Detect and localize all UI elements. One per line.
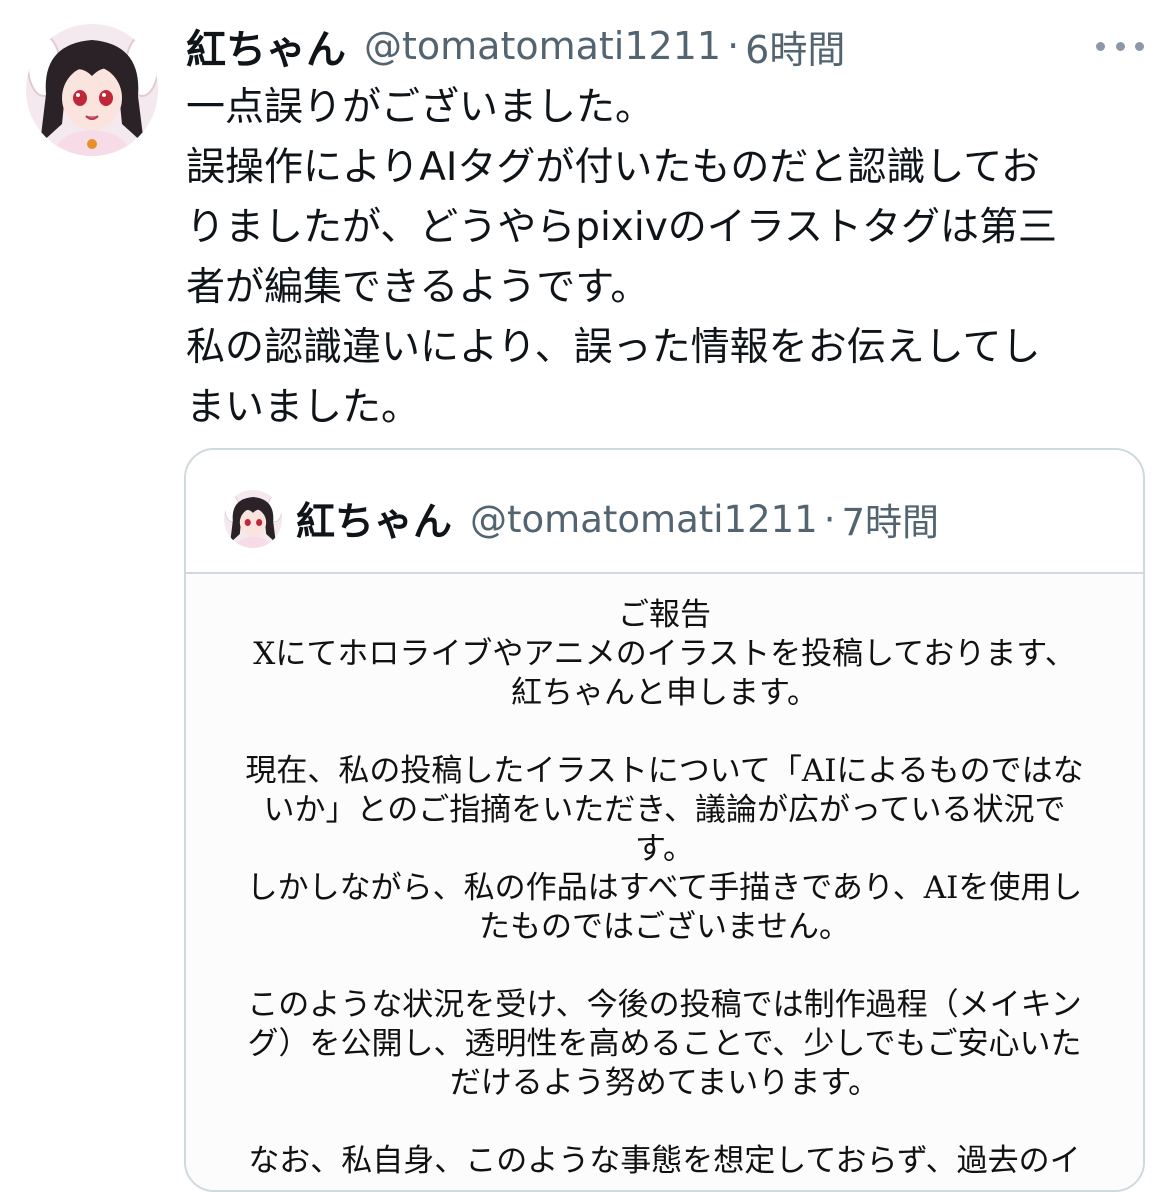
avatar[interactable] bbox=[26, 24, 158, 156]
announcement-line bbox=[186, 1103, 1143, 1142]
announcement-line: す。 bbox=[635, 831, 694, 867]
quoted-user-handle[interactable]: @tomatomati1211 bbox=[470, 498, 818, 541]
quoted-tweet[interactable]: 紅ちゃん @tomatomati1211 · 7時間 ご報告 Xにてホロライブや… bbox=[184, 448, 1145, 1192]
avatar-illustration bbox=[224, 490, 282, 548]
announcement-line: このような状況を受け、今後の投稿では制作過程（メイキン bbox=[247, 987, 1082, 1023]
separator-dot: · bbox=[727, 24, 740, 68]
tweet-text-line: まいました。 bbox=[186, 385, 421, 430]
tweet-header: 紅ちゃん @tomatomati1211 · 6時間 bbox=[186, 18, 845, 74]
announcement-line: だけるよう努めてまいります。 bbox=[449, 1065, 880, 1101]
tweet-text-line: 私の認識違いにより、誤った情報をお伝えしてし bbox=[186, 325, 1041, 370]
announcement-line: ご報告 bbox=[618, 597, 711, 633]
announcement-line: たものではございません。 bbox=[478, 909, 851, 945]
announcement-line: いか」とのご指摘をいただき、議論が広がっている状況で bbox=[263, 792, 1066, 828]
announcement-line: 紅ちゃんと申します。 bbox=[511, 675, 818, 711]
announcement-line bbox=[186, 713, 1143, 752]
quoted-avatar bbox=[224, 490, 282, 548]
separator-dot: · bbox=[823, 497, 836, 541]
announcement-line: Xにてホロライブやアニメのイラストを投稿しております、 bbox=[253, 636, 1076, 672]
announcement-text: ご報告 Xにてホロライブやアニメのイラストを投稿しております、 紅ちゃんと申しま… bbox=[186, 596, 1143, 1181]
tweet-text-line: 誤操作によりAIタグが付いたものだと認識してお bbox=[186, 145, 1041, 190]
display-name[interactable]: 紅ちゃん bbox=[186, 17, 346, 75]
tweet-text: 一点誤りがございました。 誤操作によりAIタグが付いたものだと認識してお りまし… bbox=[186, 78, 1126, 438]
quoted-display-name[interactable]: 紅ちゃん bbox=[296, 491, 452, 547]
tweet-text-line: 者が編集できるようです。 bbox=[186, 265, 650, 310]
quoted-image[interactable]: ご報告 Xにてホロライブやアニメのイラストを投稿しております、 紅ちゃんと申しま… bbox=[186, 572, 1143, 1190]
tweet-text-line: りましたが、どうやらpixivのイラストタグは第三 bbox=[186, 205, 1058, 250]
quoted-tweet-header: 紅ちゃん @tomatomati1211 · 7時間 bbox=[224, 488, 939, 550]
announcement-line bbox=[186, 947, 1143, 986]
announcement-line: しかしながら、私の作品はすべて手描きであり、AIを使用し bbox=[246, 870, 1083, 906]
tweet-text-line: 一点誤りがございました。 bbox=[186, 85, 655, 130]
quoted-timestamp[interactable]: 7時間 bbox=[841, 492, 939, 546]
more-horizontal-icon[interactable] bbox=[1096, 34, 1144, 58]
announcement-line: 現在、私の投稿したイラストについて「AIによるものではな bbox=[245, 753, 1084, 789]
announcement-line: グ）を公開し、透明性を高めることで、少しでもご安心いた bbox=[247, 1026, 1082, 1062]
timestamp[interactable]: 6時間 bbox=[745, 19, 845, 74]
avatar-illustration bbox=[26, 24, 158, 156]
user-handle[interactable]: @tomatomati1211 bbox=[364, 24, 721, 68]
announcement-line: なお、私自身、このような事態を想定しておらず、過去のイ bbox=[248, 1143, 1081, 1179]
